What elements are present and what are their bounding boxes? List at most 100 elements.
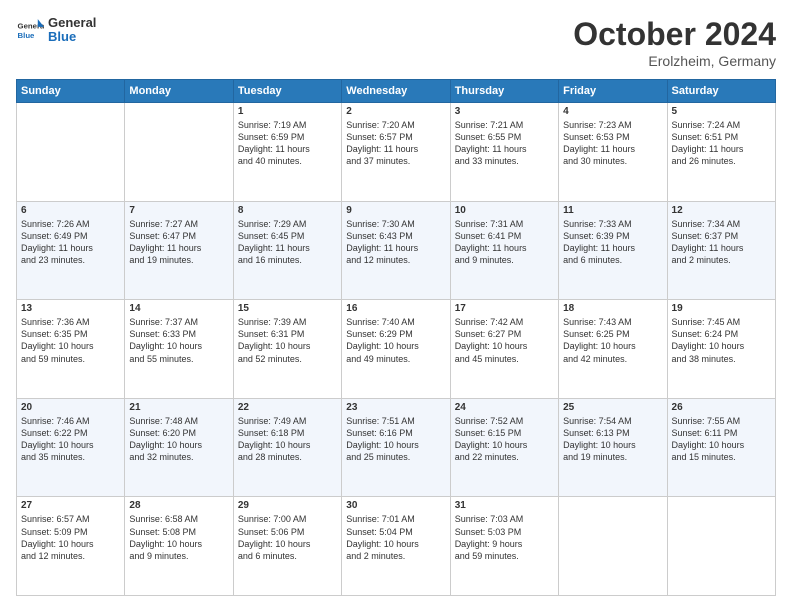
cell-info: Sunrise: 7:31 AMSunset: 6:41 PMDaylight:… (455, 218, 554, 267)
calendar-cell: 14Sunrise: 7:37 AMSunset: 6:33 PMDayligh… (125, 300, 233, 399)
calendar-cell: 25Sunrise: 7:54 AMSunset: 6:13 PMDayligh… (559, 398, 667, 497)
svg-text:Blue: Blue (18, 31, 36, 40)
calendar: SundayMondayTuesdayWednesdayThursdayFrid… (16, 79, 776, 596)
day-number: 11 (563, 205, 662, 216)
calendar-row: 20 Sunrise: 7:46 AMSunset: 6:22 PMDayligh… (17, 398, 776, 497)
calendar-cell (667, 497, 775, 596)
calendar-cell: 15 Sunrise: 7:39 AMSunset: 6:31 PMDayligh… (233, 300, 341, 399)
calendar-cell: 12Sunrise: 7:34 AMSunset: 6:37 PMDayligh… (667, 201, 775, 300)
cell-info: Sunrise: 6:57 AMSunset: 5:09 PMDaylight:… (21, 513, 120, 562)
calendar-cell: 20 Sunrise: 7:46 AMSunset: 6:22 PMDayligh… (17, 398, 125, 497)
cell-info: Sunrise: 7:52 AMSunset: 6:15 PMDaylight:… (455, 415, 554, 464)
calendar-cell: 17 Sunrise: 7:42 AMSunset: 6:27 PMDayligh… (450, 300, 558, 399)
day-number: 10 (455, 205, 554, 216)
day-number: 12 (672, 205, 771, 216)
cell-info: Sunrise: 7:46 AMSunset: 6:22 PMDaylight:… (21, 415, 120, 464)
day-number: 18 (563, 303, 662, 314)
calendar-cell: 10 Sunrise: 7:31 AMSunset: 6:41 PMDayligh… (450, 201, 558, 300)
cell-info: Sunrise: 7:45 AMSunset: 6:24 PMDaylight:… (672, 316, 771, 365)
day-number: 20 (21, 402, 120, 413)
cell-info: Sunrise: 7:01 AMSunset: 5:04 PMDaylight:… (346, 513, 445, 562)
cell-info: Sunrise: 7:27 AMSunset: 6:47 PMDaylight:… (129, 218, 228, 267)
calendar-row: 13 Sunrise: 7:36 AMSunset: 6:35 PMDayligh… (17, 300, 776, 399)
day-number: 15 (238, 303, 337, 314)
calendar-cell: 22 Sunrise: 7:49 AMSunset: 6:18 PMDayligh… (233, 398, 341, 497)
calendar-row: 6 Sunrise: 7:26 AMSunset: 6:49 PMDaylight… (17, 201, 776, 300)
weekday-header-wednesday: Wednesday (342, 80, 450, 103)
calendar-cell: 4Sunrise: 7:23 AMSunset: 6:53 PMDaylight… (559, 103, 667, 202)
month-title: October 2024 (573, 16, 776, 53)
calendar-cell: 30 Sunrise: 7:01 AMSunset: 5:04 PMDayligh… (342, 497, 450, 596)
calendar-cell: 13 Sunrise: 7:36 AMSunset: 6:35 PMDayligh… (17, 300, 125, 399)
calendar-cell: 9 Sunrise: 7:30 AMSunset: 6:43 PMDaylight… (342, 201, 450, 300)
day-number: 17 (455, 303, 554, 314)
calendar-cell: 19 Sunrise: 7:45 AMSunset: 6:24 PMDayligh… (667, 300, 775, 399)
day-number: 21 (129, 402, 228, 413)
day-number: 3 (455, 106, 554, 117)
day-number: 7 (129, 205, 228, 216)
weekday-header-monday: Monday (125, 80, 233, 103)
day-number: 23 (346, 402, 445, 413)
calendar-cell: 29 Sunrise: 7:00 AMSunset: 5:06 PMDayligh… (233, 497, 341, 596)
day-number: 29 (238, 500, 337, 511)
day-number: 28 (129, 500, 228, 511)
calendar-header-row: SundayMondayTuesdayWednesdayThursdayFrid… (17, 80, 776, 103)
cell-info: Sunrise: 7:43 AMSunset: 6:25 PMDaylight:… (563, 316, 662, 365)
calendar-cell: 23 Sunrise: 7:51 AMSunset: 6:16 PMDayligh… (342, 398, 450, 497)
cell-info: Sunrise: 7:49 AMSunset: 6:18 PMDaylight:… (238, 415, 337, 464)
logo: General Blue General Blue (16, 16, 96, 45)
calendar-cell: 21 Sunrise: 7:48 AMSunset: 6:20 PMDayligh… (125, 398, 233, 497)
day-number: 16 (346, 303, 445, 314)
cell-info: Sunrise: 7:54 AMSunset: 6:13 PMDaylight:… (563, 415, 662, 464)
cell-info: Sunrise: 7:33 AMSunset: 6:39 PMDaylight:… (563, 218, 662, 267)
day-number: 6 (21, 205, 120, 216)
cell-info: Sunrise: 7:03 AMSunset: 5:03 PMDaylight:… (455, 513, 554, 562)
day-number: 13 (21, 303, 120, 314)
day-number: 5 (672, 106, 771, 117)
day-number: 19 (672, 303, 771, 314)
logo-blue: Blue (48, 30, 96, 44)
day-number: 26 (672, 402, 771, 413)
calendar-cell: 2Sunrise: 7:20 AMSunset: 6:57 PMDaylight… (342, 103, 450, 202)
title-block: October 2024 Erolzheim, Germany (573, 16, 776, 69)
cell-info: Sunrise: 7:48 AMSunset: 6:20 PMDaylight:… (129, 415, 228, 464)
weekday-header-tuesday: Tuesday (233, 80, 341, 103)
calendar-row: 27Sunrise: 6:57 AMSunset: 5:09 PMDayligh… (17, 497, 776, 596)
cell-info: Sunrise: 7:42 AMSunset: 6:27 PMDaylight:… (455, 316, 554, 365)
calendar-cell: 6 Sunrise: 7:26 AMSunset: 6:49 PMDaylight… (17, 201, 125, 300)
cell-info: Sunrise: 7:21 AMSunset: 6:55 PMDaylight:… (455, 119, 554, 168)
cell-info: Sunrise: 7:23 AMSunset: 6:53 PMDaylight:… (563, 119, 662, 168)
calendar-cell: 1 Sunrise: 7:19 AMSunset: 6:59 PMDaylight… (233, 103, 341, 202)
calendar-cell (559, 497, 667, 596)
calendar-cell (125, 103, 233, 202)
cell-info: Sunrise: 7:30 AMSunset: 6:43 PMDaylight:… (346, 218, 445, 267)
cell-info: Sunrise: 7:51 AMSunset: 6:16 PMDaylight:… (346, 415, 445, 464)
day-number: 24 (455, 402, 554, 413)
location: Erolzheim, Germany (573, 53, 776, 69)
cell-info: Sunrise: 6:58 AMSunset: 5:08 PMDaylight:… (129, 513, 228, 562)
cell-info: Sunrise: 7:00 AMSunset: 5:06 PMDaylight:… (238, 513, 337, 562)
cell-info: Sunrise: 7:24 AMSunset: 6:51 PMDaylight:… (672, 119, 771, 168)
calendar-cell (17, 103, 125, 202)
calendar-cell: 18 Sunrise: 7:43 AMSunset: 6:25 PMDayligh… (559, 300, 667, 399)
cell-info: Sunrise: 7:26 AMSunset: 6:49 PMDaylight:… (21, 218, 120, 267)
cell-info: Sunrise: 7:37 AMSunset: 6:33 PMDaylight:… (129, 316, 228, 365)
cell-info: Sunrise: 7:36 AMSunset: 6:35 PMDaylight:… (21, 316, 120, 365)
day-number: 8 (238, 205, 337, 216)
day-number: 22 (238, 402, 337, 413)
day-number: 9 (346, 205, 445, 216)
calendar-cell: 27Sunrise: 6:57 AMSunset: 5:09 PMDayligh… (17, 497, 125, 596)
calendar-cell: 31Sunrise: 7:03 AMSunset: 5:03 PMDayligh… (450, 497, 558, 596)
day-number: 30 (346, 500, 445, 511)
cell-info: Sunrise: 7:29 AMSunset: 6:45 PMDaylight:… (238, 218, 337, 267)
weekday-header-sunday: Sunday (17, 80, 125, 103)
calendar-cell: 28 Sunrise: 6:58 AMSunset: 5:08 PMDayligh… (125, 497, 233, 596)
cell-info: Sunrise: 7:39 AMSunset: 6:31 PMDaylight:… (238, 316, 337, 365)
day-number: 1 (238, 106, 337, 117)
weekday-header-friday: Friday (559, 80, 667, 103)
logo-icon: General Blue (16, 16, 44, 44)
cell-info: Sunrise: 7:19 AMSunset: 6:59 PMDaylight:… (238, 119, 337, 168)
cell-info: Sunrise: 7:20 AMSunset: 6:57 PMDaylight:… (346, 119, 445, 168)
calendar-body: 1 Sunrise: 7:19 AMSunset: 6:59 PMDaylight… (17, 103, 776, 596)
cell-info: Sunrise: 7:40 AMSunset: 6:29 PMDaylight:… (346, 316, 445, 365)
